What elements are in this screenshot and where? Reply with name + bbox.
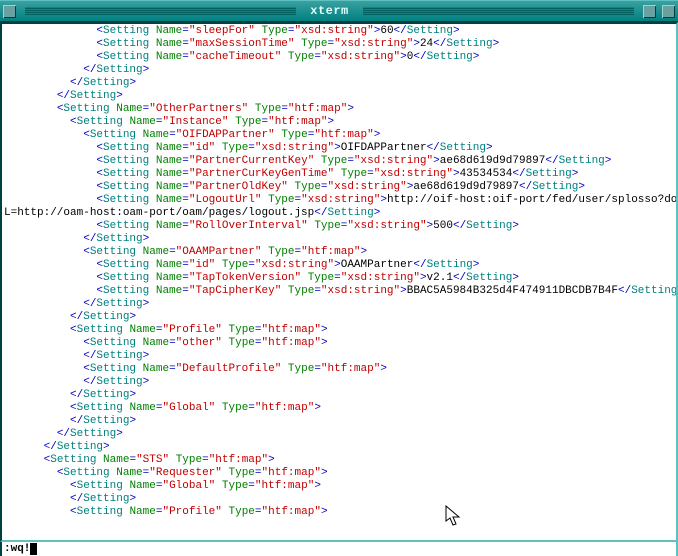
window-title: xterm <box>302 5 357 18</box>
window-menu-button[interactable] <box>3 5 16 18</box>
maximize-button[interactable] <box>662 5 675 18</box>
titlebar-texture <box>25 7 296 15</box>
terminal-content[interactable]: <Setting Name="sleepFor" Type="xsd:strin… <box>0 22 678 542</box>
titlebar-texture <box>363 7 634 15</box>
titlebar[interactable]: xterm <box>0 0 678 22</box>
vi-command-text: :wq! <box>4 543 30 555</box>
minimize-button[interactable] <box>643 5 656 18</box>
cursor-icon <box>30 543 37 555</box>
vi-command-line[interactable]: :wq! <box>0 542 678 556</box>
